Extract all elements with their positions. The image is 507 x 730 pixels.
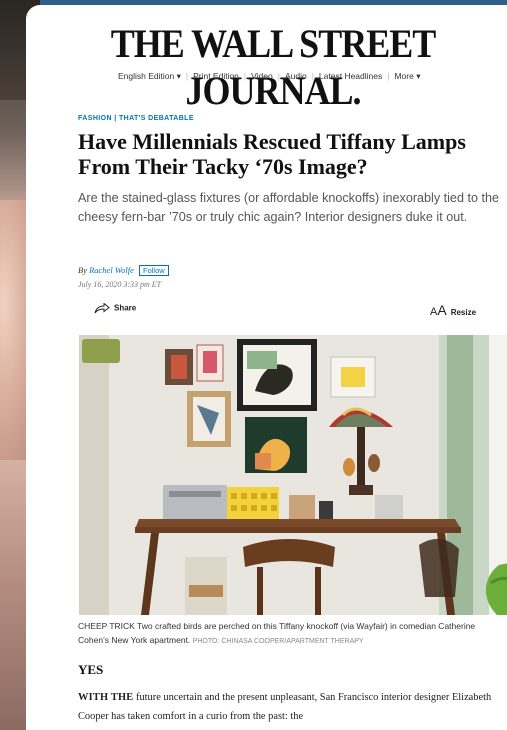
nav-audio[interactable]: Audio [285, 71, 307, 81]
resize-label: Resize [450, 308, 477, 317]
author-link[interactable]: Rachel Wolfe [89, 265, 134, 275]
nav-separator: | [185, 71, 189, 81]
share-button[interactable]: Share [94, 302, 137, 314]
byline: By Rachel Wolfe Follow [78, 265, 169, 276]
section-heading: YES [78, 662, 104, 677]
wsj-logo[interactable]: THE WALL STREET JOURNAL. [26, 20, 507, 114]
article-card: THE WALL STREET JOURNAL. English Edition… [26, 5, 507, 730]
nav-latest-headlines[interactable]: Latest Headlines [319, 71, 382, 81]
nav-separator: | [387, 71, 390, 81]
nav-video[interactable]: Video [251, 71, 273, 81]
article-body: WITH THE future uncertain and the presen… [78, 688, 507, 726]
nav-separator: | [311, 71, 314, 81]
photo-caption: CHEEP TRICK Two crafted birds are perche… [78, 619, 507, 649]
article-kicker[interactable]: FASHION | THAT'S DEBATABLE [78, 115, 194, 122]
share-icon [94, 302, 110, 314]
publish-date: July 16, 2020 3:33 pm ET [78, 280, 162, 289]
nav-separator: | [277, 71, 280, 81]
share-label: Share [114, 303, 137, 313]
article-headline: Have Millennials Rescued Tiffany Lamps F… [78, 129, 466, 179]
byline-prefix: By [78, 265, 87, 275]
article-dek: Are the stained-glass fixtures (or affor… [78, 191, 499, 224]
edition-nav: English Edition ▾ | Print Edition | Video | Au… [118, 71, 420, 82]
nav-english-edition[interactable]: English Edition ▾ [118, 71, 181, 81]
body-lead-in: WITH THE [78, 692, 134, 703]
resize-button[interactable]: AA Resize [430, 302, 476, 318]
body-paragraph: future uncertain and the present unpleas… [78, 692, 492, 722]
follow-button[interactable]: Follow [139, 265, 169, 276]
photo-credit: PHOTO: CHINASA COOPER/APARTMENT THERAPY [192, 638, 364, 645]
nav-more[interactable]: More ▾ [394, 71, 420, 81]
resize-icon: AA [430, 302, 447, 318]
nav-print-edition[interactable]: Print Edition [193, 71, 239, 81]
nav-separator: | [243, 71, 247, 81]
article-photo[interactable] [79, 335, 507, 615]
